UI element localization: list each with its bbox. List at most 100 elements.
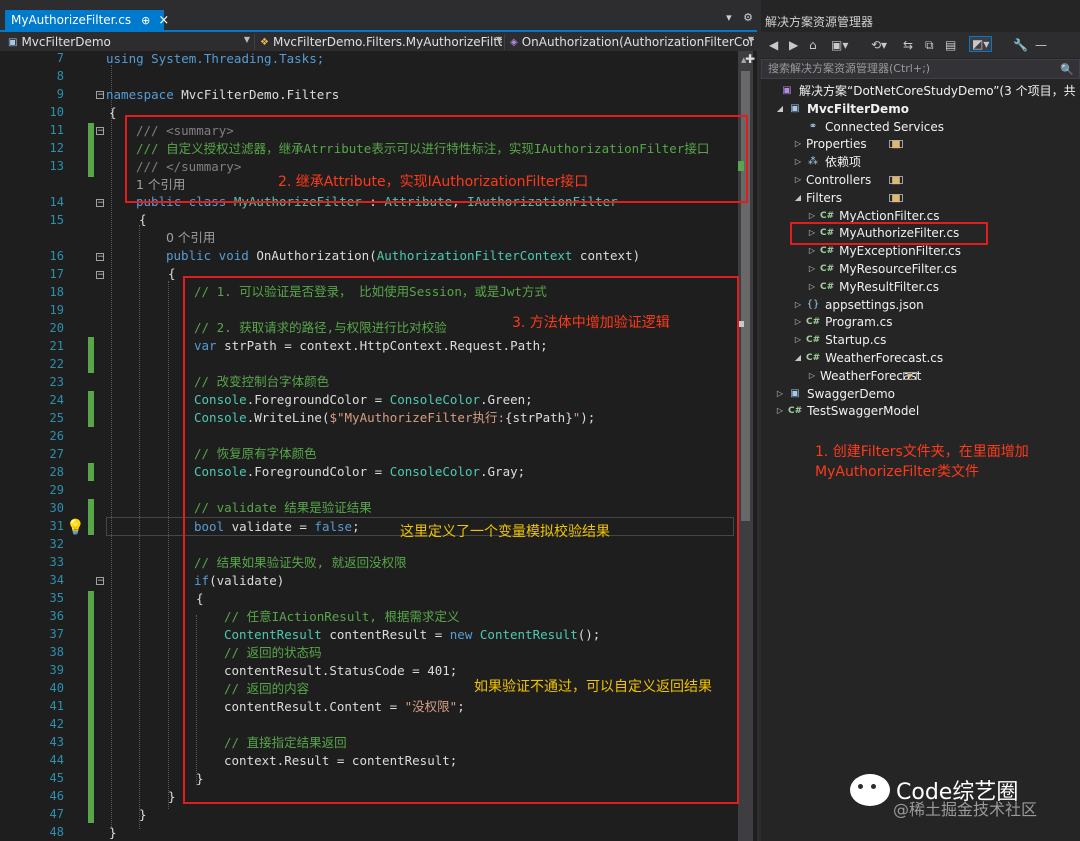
tree-expander-icon[interactable]: ◢ xyxy=(793,189,803,207)
document-tab-myauthorizefilter[interactable]: MyAuthorizeFilter.cs ⊕ × xyxy=(5,10,169,30)
fold-toggle-icon[interactable]: − xyxy=(96,577,105,586)
tree-expander-icon[interactable]: ▷ xyxy=(775,385,785,403)
line-number: 7 xyxy=(56,51,64,65)
annotation-fail-result: 如果验证不通过，可以自定义返回结果 xyxy=(474,679,712,695)
fold-toggle-icon[interactable]: − xyxy=(96,253,105,262)
tree-expander-icon[interactable]: ▷ xyxy=(793,135,803,153)
line-number: 20 xyxy=(49,321,64,335)
show-all-files-icon[interactable]: ▤ xyxy=(945,38,956,52)
class-combo[interactable]: ❖ MvcFilterDemo.Filters.MyAuthorizeFilte… xyxy=(260,34,502,50)
switch-views-icon[interactable]: ▣▾ xyxy=(831,38,848,52)
tree-expander-icon[interactable]: ▷ xyxy=(793,296,803,314)
forward-icon[interactable]: ▶ xyxy=(789,38,798,52)
annotation-variable: 这里定义了一个变量模拟校验结果 xyxy=(400,524,610,540)
member-combo[interactable]: ◈ OnAuthorization(AuthorizationFilterCon… xyxy=(510,34,754,50)
tree-item[interactable]: ▷{} appsettings.json xyxy=(793,296,924,314)
tree-item[interactable]: ▷ C# TestSwaggerModel xyxy=(775,402,919,420)
tree-expander-icon[interactable]: ▷ xyxy=(793,171,803,189)
collapse-all-icon[interactable]: ⧉ xyxy=(925,38,934,53)
tree-item[interactable]: ◢ C# WeatherForecast.cs xyxy=(793,349,943,367)
tree-item[interactable]: ◢ ■ Filters xyxy=(793,189,903,207)
line-number: 30 xyxy=(49,501,64,515)
tree-expander-icon[interactable]: ◢ xyxy=(775,100,785,118)
project-icon: {} xyxy=(806,298,820,310)
csharp-file-icon: C# xyxy=(806,353,821,363)
line-number: 10 xyxy=(49,105,64,119)
pending-changes-filter-icon[interactable]: ⟲▾ xyxy=(871,38,887,52)
code-editor-pane[interactable]: MyAuthorizeFilter.cs ⊕ × ▾ ⚙ ▣ MvcFilter… xyxy=(0,0,757,841)
solution-explorer-pane[interactable]: 解决方案资源管理器 ◀ ▶ ⌂ ▣▾ ⟲▾ ⇆ ⧉ ▤ ◩▾ 🔧 — 搜索解决方… xyxy=(761,0,1080,841)
split-editor-icon[interactable]: ✚ xyxy=(745,52,755,66)
home-icon[interactable]: ⌂ xyxy=(809,38,817,52)
fold-toggle-icon[interactable]: − xyxy=(96,199,105,208)
tree-expander-icon[interactable]: ▷ xyxy=(807,260,817,278)
member-combo-label: OnAuthorization(AuthorizationFilterCont xyxy=(521,35,754,49)
tree-item[interactable]: ◢ ▣ MvcFilterDemo xyxy=(775,100,909,118)
tree-item-label: WeatherForecast.cs xyxy=(825,351,944,365)
line-number: 25 xyxy=(49,411,64,425)
fold-toggle-icon[interactable]: − xyxy=(96,271,105,280)
tree-item-label: Program.cs xyxy=(825,315,893,330)
line-number: 29 xyxy=(49,483,64,497)
project-combo[interactable]: ▣ MvcFilterDemo ▼ xyxy=(8,34,250,50)
tree-item[interactable]: ▷ ▣ SwaggerDemo xyxy=(775,385,895,403)
tree-item-label: Filters xyxy=(806,190,842,205)
fold-toggle-icon[interactable]: − xyxy=(96,127,105,136)
tree-expander-icon[interactable]: ▷ xyxy=(775,402,785,420)
line-number: 11 xyxy=(49,123,64,137)
line-number: 43 xyxy=(49,735,64,749)
tree-item[interactable]: ▷ ■ Controllers xyxy=(793,171,903,189)
line-number: 24 xyxy=(49,393,64,407)
pin-icon[interactable]: ⊕ xyxy=(141,14,150,27)
search-icon[interactable]: 🔍 xyxy=(1060,61,1074,79)
line-number: 45 xyxy=(49,771,64,785)
line-number: 41 xyxy=(49,699,64,713)
code-line-17: { xyxy=(168,266,176,281)
tree-item-label: SwaggerDemo xyxy=(807,386,895,401)
line-number: 33 xyxy=(49,555,64,569)
gear-icon[interactable]: ⚙ xyxy=(743,11,753,24)
minimize-icon[interactable]: — xyxy=(1035,38,1047,52)
close-icon[interactable]: × xyxy=(158,13,169,28)
sync-icon[interactable]: ⇆ xyxy=(903,38,913,52)
tree-item-label: MvcFilterDemo xyxy=(807,101,909,116)
tree-expander-icon[interactable]: ▷ xyxy=(793,331,803,349)
reference-count-method[interactable]: 0 个引用 xyxy=(166,229,215,247)
tree-expander-icon[interactable]: ▷ xyxy=(807,367,817,385)
tree-item[interactable]: ▷ ■ Properties xyxy=(793,135,903,153)
line-number-gutter: 7 8 9 10 11 12 13 14 15 16 17 18 19 20 21 22 23 24 25 26 27 2… xyxy=(0,51,105,841)
document-tab-title: MyAuthorizeFilter.cs xyxy=(11,13,132,27)
tab-bar-actions: ▾ ⚙ xyxy=(718,11,753,24)
tree-item-label: appsettings.json xyxy=(825,297,924,312)
tree-item[interactable]: ▷ C# MyResourceFilter.cs xyxy=(807,260,957,278)
code-line-10: { xyxy=(109,105,117,120)
tab-list-dropdown-icon[interactable]: ▾ xyxy=(726,11,732,24)
tree-item[interactable]: ▷ C# MyResultFilter.cs xyxy=(807,278,939,296)
chevron-down-icon: ▼ xyxy=(243,35,250,44)
tree-item[interactable]: ▷ ✦ WeatherForecast xyxy=(807,367,921,385)
line-number: 44 xyxy=(49,753,64,767)
csharp-file-icon: C# xyxy=(806,335,821,346)
tree-expander-icon[interactable]: ▷ xyxy=(807,278,817,296)
code-line-48: } xyxy=(109,825,117,840)
annotation-create-filters-line2: MyAuthorizeFilter类文件 xyxy=(815,464,980,480)
tree-item-label: MyResourceFilter.cs xyxy=(839,262,957,276)
watermark-subtitle: @稀土掘金技术社区 xyxy=(893,800,1038,819)
annotation-inherit: 2. 继承Attribute，实现IAuthorizationFilter接口 xyxy=(278,174,589,190)
wrench-icon[interactable]: 🔧 xyxy=(1013,38,1028,52)
tree-expander-icon[interactable]: ▷ xyxy=(793,313,803,331)
preview-selected-icon[interactable]: ◩▾ xyxy=(969,36,993,52)
tree-expander-icon[interactable]: ▷ xyxy=(793,153,803,171)
tree-item-label: 依赖项 xyxy=(825,155,862,170)
solution-search-input[interactable]: 搜索解决方案资源管理器(Ctrl+;) 🔍 xyxy=(761,59,1080,79)
tree-item-label: MyResultFilter.cs xyxy=(839,279,939,294)
back-icon[interactable]: ◀ xyxy=(769,38,778,52)
lightbulb-icon[interactable]: 💡 xyxy=(66,518,85,536)
tree-expander-icon[interactable]: ◢ xyxy=(793,349,803,367)
tree-item[interactable]: ▷ ⁂ 依赖项 xyxy=(793,153,861,171)
fold-toggle-icon[interactable]: − xyxy=(96,91,105,100)
tree-item[interactable]: ▷ C# Program.cs xyxy=(793,313,893,331)
tree-item[interactable]: ▣ 解决方案“DotNetCoreStudyDemo”(3 个项目，共 3 个) xyxy=(767,82,1080,100)
tree-item[interactable]: ⚭ Connected Services xyxy=(793,118,944,136)
tree-item[interactable]: ▷ C# Startup.cs xyxy=(793,331,886,349)
